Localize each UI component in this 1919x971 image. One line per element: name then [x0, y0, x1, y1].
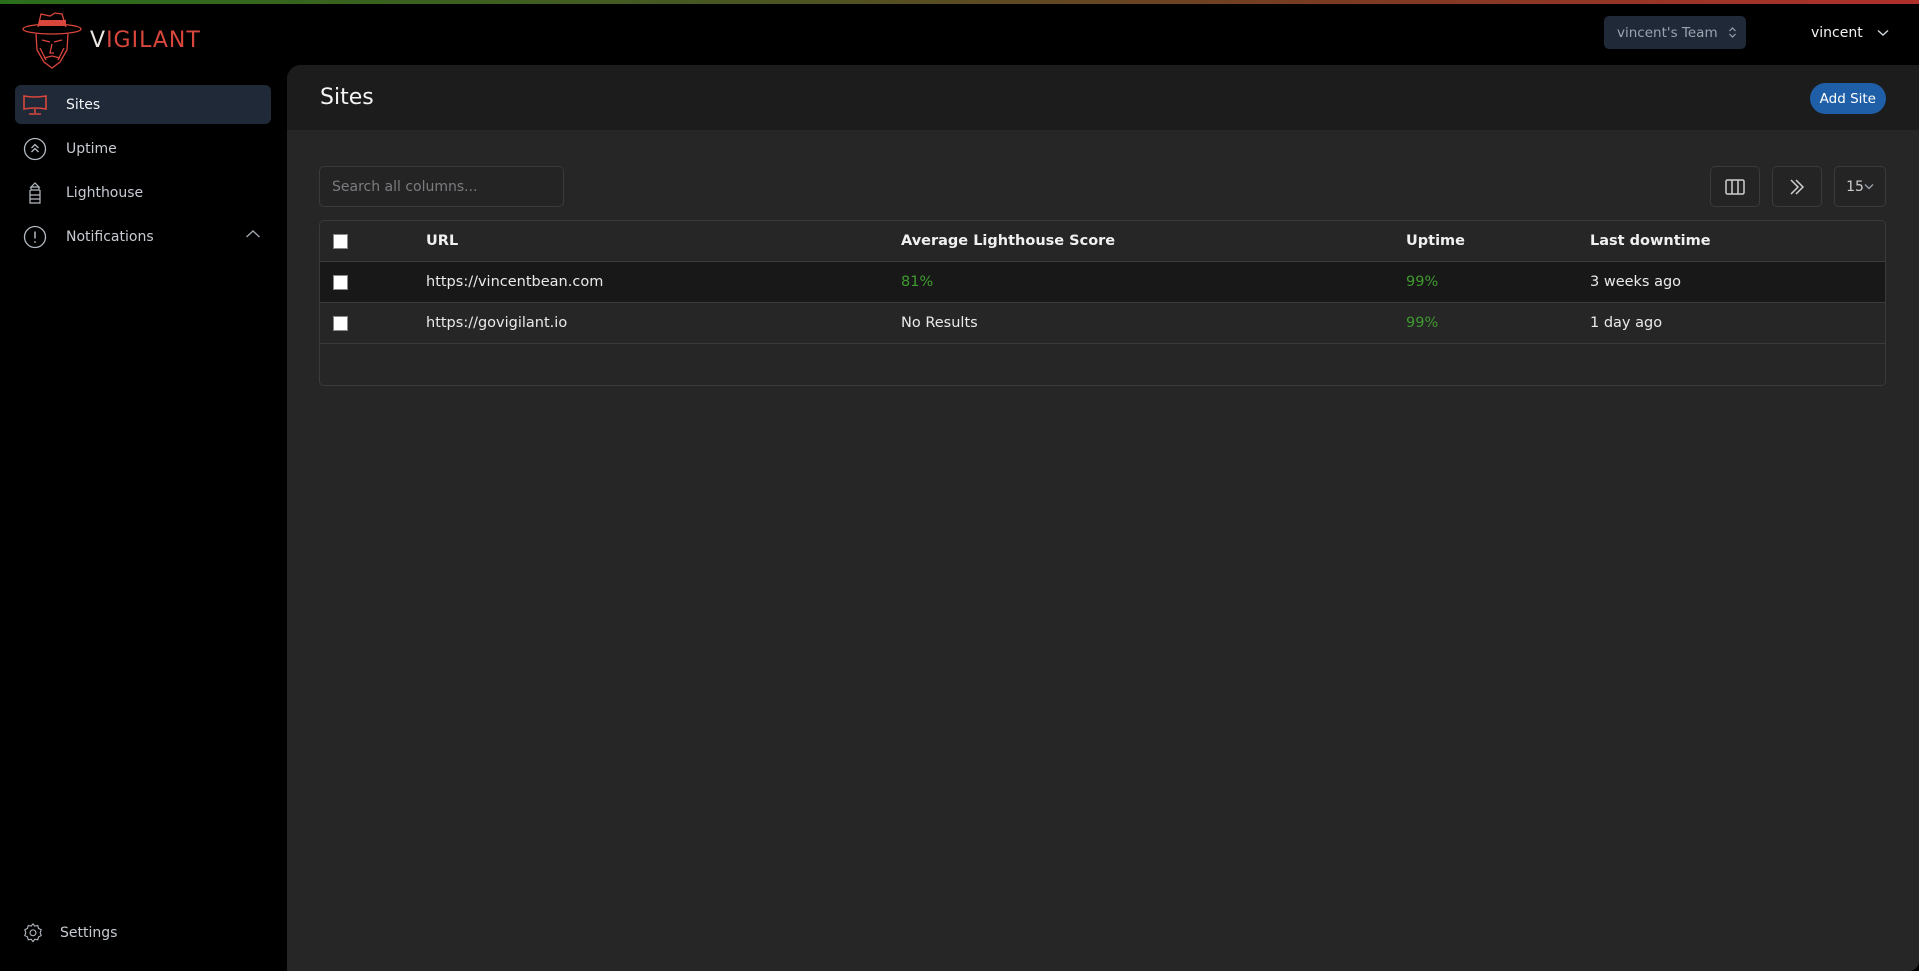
team-name: vincent's Team — [1617, 24, 1718, 41]
chevrons-up-circle-icon — [22, 136, 48, 162]
sidebar-item-lighthouse[interactable]: Lighthouse — [15, 173, 271, 212]
column-header-uptime[interactable]: Uptime — [1406, 233, 1465, 249]
next-page-button[interactable] — [1772, 166, 1822, 207]
user-name: vincent — [1811, 24, 1863, 41]
lighthouse-score: 81% — [901, 274, 934, 290]
monitor-icon — [22, 92, 48, 118]
chevrons-right-icon — [1790, 178, 1805, 195]
page-header: Sites Add Site — [287, 65, 1919, 130]
vigilant-hat-face-icon — [22, 12, 82, 69]
alert-circle-icon — [22, 224, 48, 250]
lighthouse-icon — [22, 180, 48, 206]
last-downtime: 3 weeks ago — [1590, 274, 1682, 290]
table-header-row: URL Average Lighthouse Score Uptime Last… — [320, 221, 1885, 262]
page-size-select[interactable]: 15 — [1834, 166, 1886, 207]
top-gradient-bar — [0, 0, 1919, 4]
column-visibility-button[interactable] — [1710, 166, 1760, 207]
column-header-url[interactable]: URL — [426, 233, 458, 249]
search-input[interactable] — [319, 166, 564, 207]
uptime-value: 99% — [1406, 274, 1439, 290]
settings-label: Settings — [60, 925, 118, 941]
sidebar-item-uptime[interactable]: Uptime — [15, 129, 271, 168]
lighthouse-score: No Results — [901, 315, 978, 331]
site-url[interactable]: https://govigilant.io — [426, 315, 567, 331]
gear-icon — [24, 923, 42, 943]
sidebar-item-settings[interactable]: Settings — [22, 922, 117, 944]
column-header-score[interactable]: Average Lighthouse Score — [901, 233, 1115, 249]
column-header-last-downtime[interactable]: Last downtime — [1590, 233, 1711, 249]
sidebar-item-label: Notifications — [66, 228, 154, 245]
table-row[interactable]: https://vincentbean.com 81% 99% 3 weeks … — [320, 262, 1885, 303]
select-all-checkbox[interactable] — [333, 233, 348, 249]
chevron-down-icon — [1877, 29, 1889, 36]
chevron-down-icon — [1864, 184, 1874, 190]
page-title: Sites — [320, 85, 374, 110]
uptime-value: 99% — [1406, 315, 1439, 331]
team-switcher[interactable]: vincent's Team — [1604, 16, 1746, 49]
sidebar-item-sites[interactable]: Sites — [15, 85, 271, 124]
row-checkbox[interactable] — [333, 315, 348, 331]
sidebar-item-label: Sites — [66, 96, 101, 113]
add-site-button[interactable]: Add Site — [1809, 83, 1886, 114]
user-menu[interactable]: vincent — [1811, 16, 1889, 49]
updown-chevron-icon — [1728, 26, 1737, 39]
sidebar: Sites Uptime Lighthouse Notifications — [0, 65, 287, 971]
sidebar-item-label: Lighthouse — [66, 184, 144, 201]
table-row[interactable]: https://govigilant.io No Results 99% 1 d… — [320, 303, 1885, 344]
table-footer — [320, 344, 1885, 385]
page-size-value: 15 — [1846, 178, 1864, 195]
site-url[interactable]: https://vincentbean.com — [426, 274, 603, 290]
sidebar-item-label: Uptime — [66, 140, 117, 157]
main-panel: Sites Add Site 15 URL Average Lighthouse… — [287, 65, 1919, 971]
columns-icon — [1725, 178, 1745, 195]
logo[interactable]: VIGILANT — [22, 10, 201, 70]
sidebar-item-notifications[interactable]: Notifications — [15, 217, 271, 256]
chevron-up-icon[interactable] — [245, 229, 261, 239]
sites-table: URL Average Lighthouse Score Uptime Last… — [319, 220, 1886, 386]
logo-text: VIGILANT — [90, 27, 201, 53]
last-downtime: 1 day ago — [1590, 315, 1663, 331]
row-checkbox[interactable] — [333, 274, 348, 290]
